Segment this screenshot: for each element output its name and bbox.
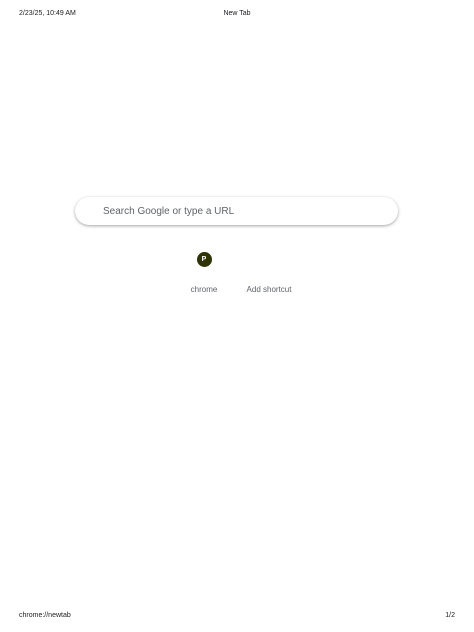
print-header-title: New Tab	[223, 10, 251, 17]
new-tab-page: 2/23/25, 10:49 AM New Tab P chrome Add s…	[0, 0, 474, 632]
search-input[interactable]	[103, 197, 383, 225]
add-shortcut-tile[interactable]: Add shortcut	[239, 248, 299, 298]
search-box[interactable]	[75, 197, 398, 225]
shortcut-label: chrome	[190, 285, 218, 294]
shortcut-tile-chrome[interactable]: P chrome	[174, 248, 234, 298]
shortcut-favicon-icon: P	[196, 252, 212, 267]
add-shortcut-label: Add shortcut	[246, 285, 292, 294]
print-footer-page-number: 1/2	[445, 612, 455, 619]
print-footer-url: chrome://newtab	[19, 612, 71, 619]
